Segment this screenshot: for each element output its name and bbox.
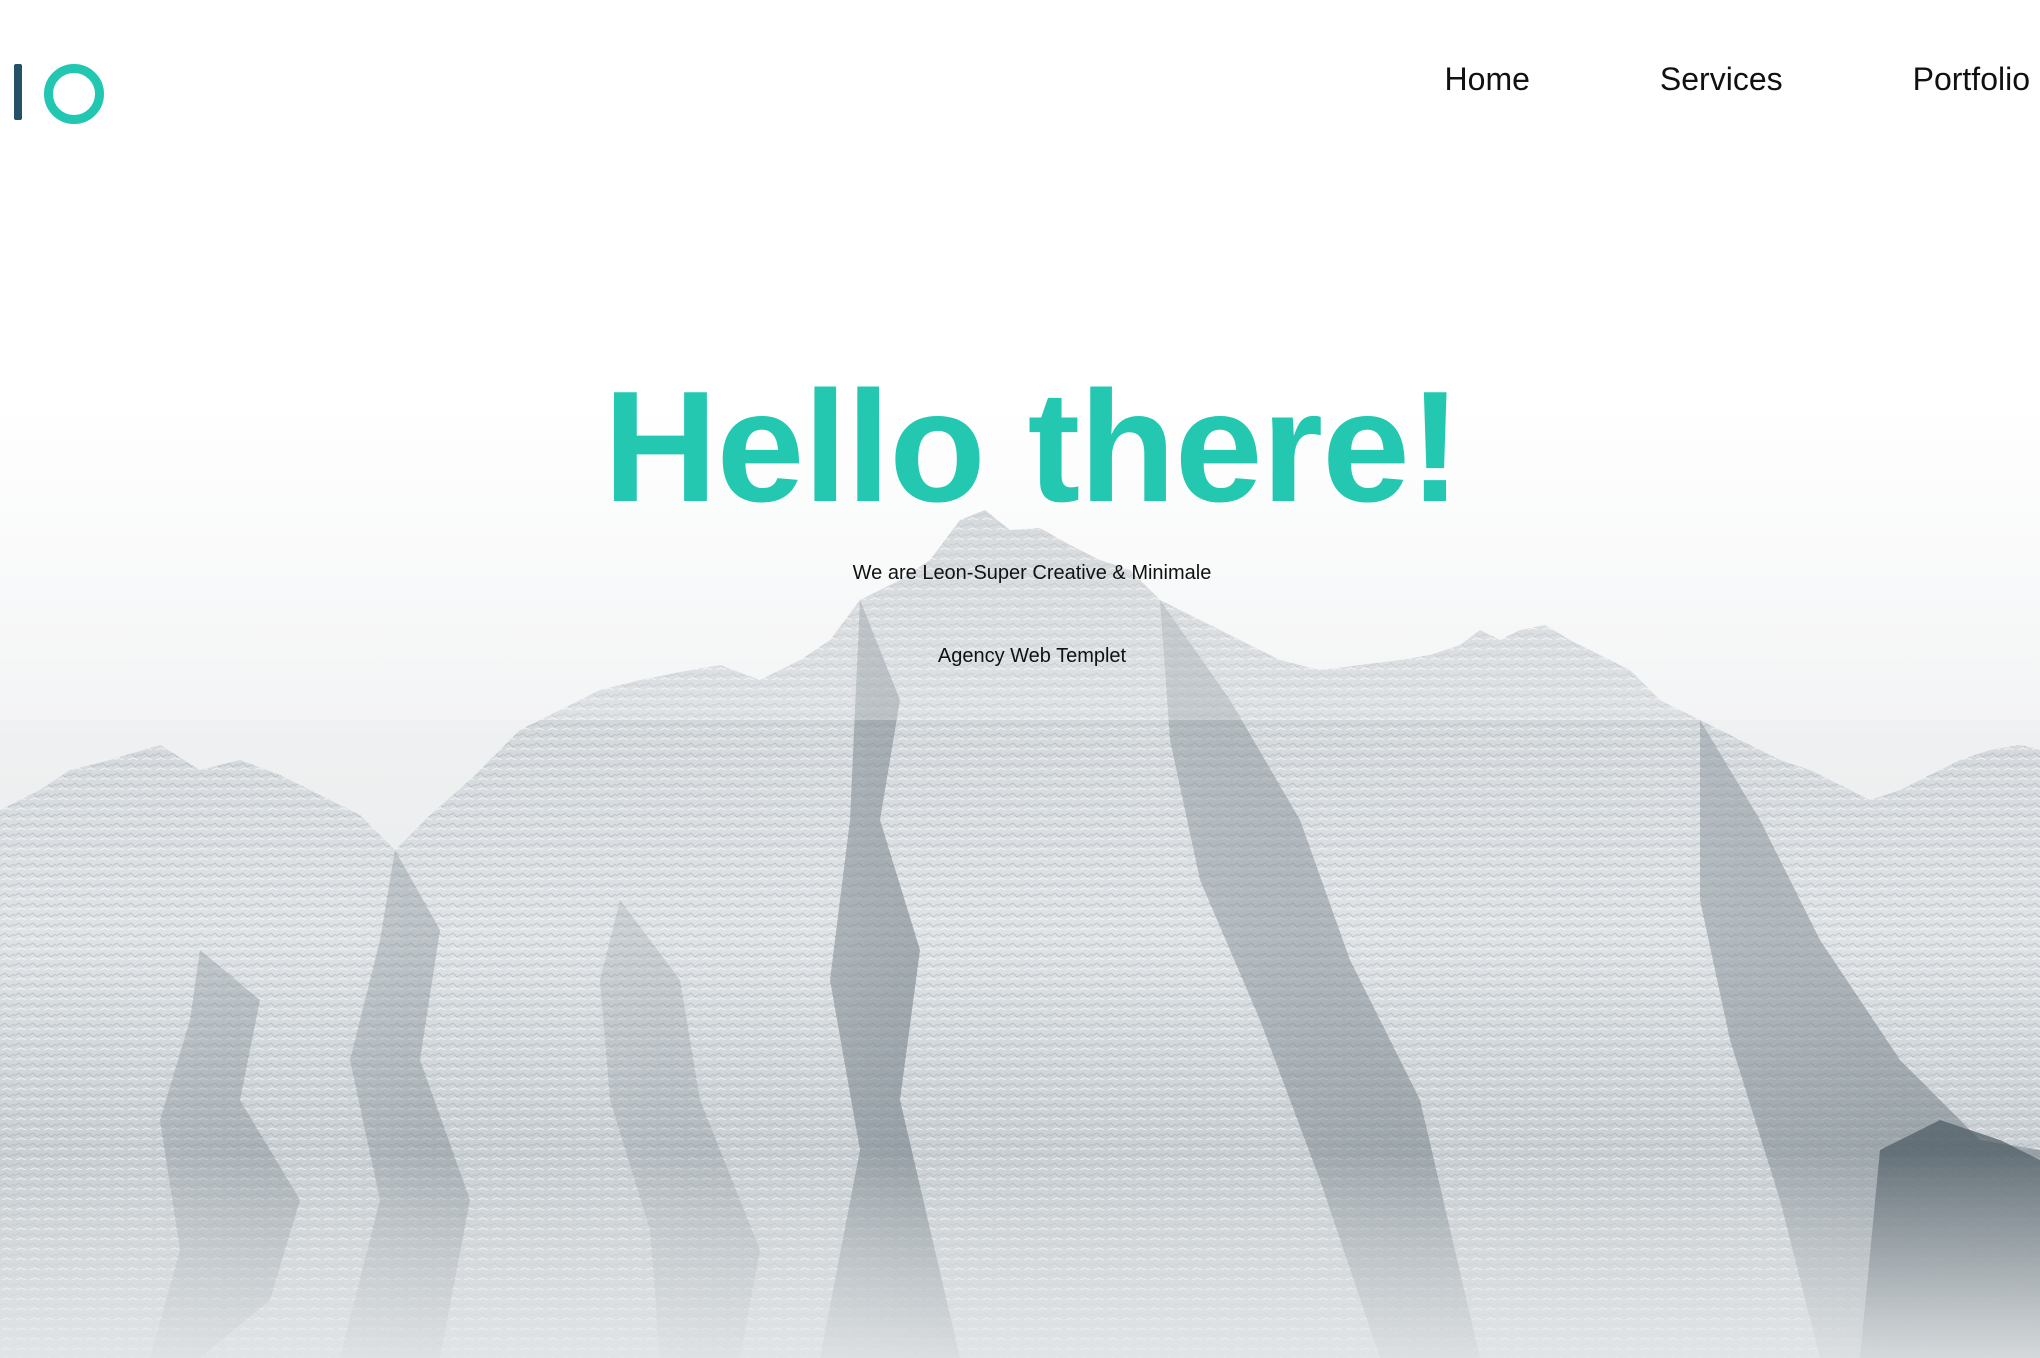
nav-item-services[interactable]: Services	[1660, 61, 1783, 98]
landing-page: Home Services Portfolio Hello there! We …	[0, 0, 2040, 1358]
hero-background-mountains	[0, 0, 2040, 1358]
brand-logo[interactable]	[0, 56, 110, 126]
main-nav: Home Services Portfolio	[1445, 56, 2040, 102]
logo-bar-icon	[14, 64, 22, 120]
logo-ring-icon	[44, 64, 104, 124]
nav-item-portfolio[interactable]: Portfolio	[1913, 61, 2030, 98]
hero-subtitle-line1: We are Leon-Super Creative & Minimale	[852, 562, 1212, 584]
hero-subtitle-line2: Agency Web Templet	[937, 645, 1127, 667]
nav-item-home[interactable]: Home	[1445, 61, 1530, 98]
hero-title: Hello there!	[603, 359, 1461, 535]
